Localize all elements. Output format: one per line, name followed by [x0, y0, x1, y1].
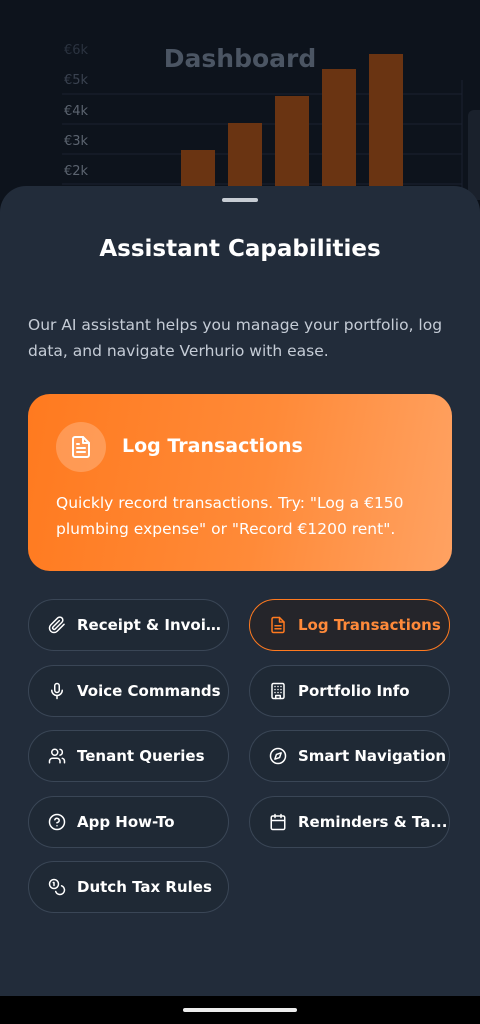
dashboard-chart: €6k €5k €4k €3k €2k [62, 43, 463, 200]
chip-label: Voice Commands [77, 682, 221, 700]
chart-bar [275, 96, 309, 200]
document-icon [268, 615, 288, 635]
intro-text: Our AI assistant helps you manage your p… [28, 316, 443, 360]
chip-app-how-to[interactable]: App How-To [28, 796, 229, 848]
help-circle-icon [47, 812, 67, 832]
chip-dutch-tax-rules[interactable]: Dutch Tax Rules [28, 861, 229, 913]
chip-label: Tenant Queries [77, 747, 205, 765]
chip-smart-navigation[interactable]: Smart Navigation [249, 730, 450, 782]
chip-label: Log Transactions [298, 616, 441, 634]
y-tick: €4k [64, 104, 89, 119]
coins-icon [47, 877, 67, 897]
chip-label: App How-To [77, 813, 175, 831]
chart-bar [322, 69, 356, 200]
drag-handle[interactable] [222, 198, 258, 202]
document-icon [56, 422, 106, 472]
chip-label: Reminders & Ta... [298, 813, 448, 831]
chip-label: Receipt & Invoic... [77, 616, 227, 634]
chip-label: Portfolio Info [298, 682, 410, 700]
side-card [468, 110, 480, 200]
feature-card: Log Transactions Quickly record transact… [28, 394, 452, 571]
capabilities-sheet: Assistant Capabilities Our AI assistant … [0, 186, 480, 996]
y-tick: €2k [64, 164, 89, 179]
chip-log-transactions[interactable]: Log Transactions [249, 599, 450, 651]
compass-icon [268, 746, 288, 766]
chart-bar [369, 54, 403, 200]
building-icon [268, 681, 288, 701]
home-indicator[interactable] [183, 1008, 297, 1012]
calendar-icon [268, 812, 288, 832]
y-tick: €6k [64, 43, 89, 58]
chip-receipt-invoice[interactable]: Receipt & Invoic... [28, 599, 229, 651]
chip-label: Smart Navigation [298, 747, 447, 765]
dashboard-background: Dashboard €6k €5k €4k €3k €2k [0, 0, 480, 200]
y-tick: €3k [64, 134, 89, 149]
chip-portfolio-info[interactable]: Portfolio Info [249, 665, 450, 717]
chip-reminders-tasks[interactable]: Reminders & Ta... [249, 796, 450, 848]
paperclip-icon [47, 615, 67, 635]
sheet-title: Assistant Capabilities [99, 236, 381, 262]
y-tick: €5k [64, 73, 89, 88]
chip-voice-commands[interactable]: Voice Commands [28, 665, 229, 717]
chip-label: Dutch Tax Rules [77, 878, 212, 896]
microphone-icon [47, 681, 67, 701]
users-icon [47, 746, 67, 766]
feature-title: Log Transactions [122, 435, 303, 457]
chip-tenant-queries[interactable]: Tenant Queries [28, 730, 229, 782]
feature-description: Quickly record transactions. Try: "Log a… [56, 494, 404, 538]
